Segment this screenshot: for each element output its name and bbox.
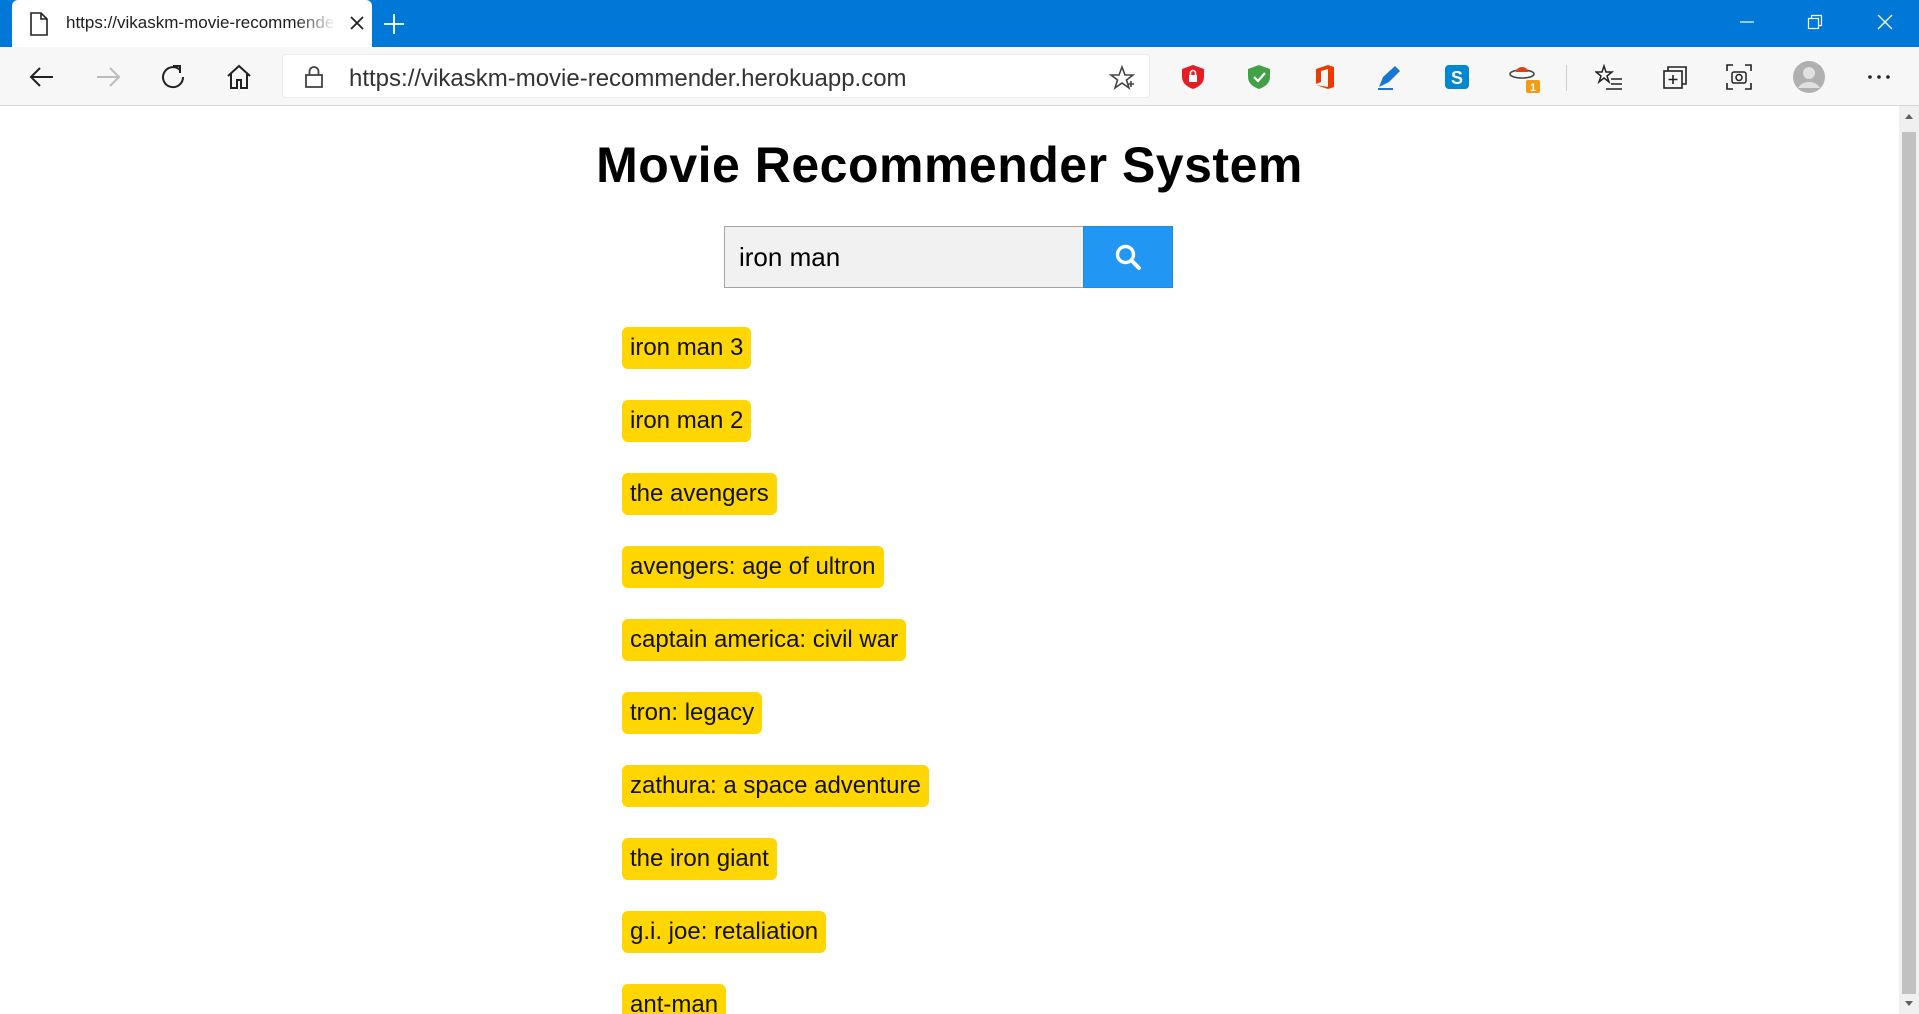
page-icon <box>30 12 48 36</box>
browser-toolbar: https://vikaskm-movie-recommender.heroku… <box>0 47 1919 106</box>
ellipsis-icon <box>1868 75 1890 79</box>
search-icon <box>1115 244 1141 270</box>
page-title: Movie Recommender System <box>596 137 1303 193</box>
skype-extension[interactable]: S <box>1440 60 1474 94</box>
close-window-button[interactable] <box>1852 0 1918 44</box>
office-icon <box>1316 65 1334 89</box>
url-text[interactable]: https://vikaskm-movie-recommender.heroku… <box>349 65 907 93</box>
home-icon <box>227 64 251 89</box>
forward-button[interactable] <box>88 57 128 97</box>
scroll-up-button[interactable] <box>1899 106 1919 126</box>
browser-tab[interactable]: https://vikaskm-movie-recommender.heroku… <box>12 0 372 47</box>
forward-arrow-icon <box>97 67 121 87</box>
recommendation-item[interactable]: iron man 3 <box>622 327 752 369</box>
recommendation-item[interactable]: the avengers <box>622 473 777 515</box>
recommendation-item[interactable]: captain america: civil war <box>622 619 907 661</box>
browser-titlebar: https://vikaskm-movie-recommender.heroku… <box>0 0 1919 47</box>
refresh-button[interactable] <box>153 57 193 97</box>
close-icon <box>1877 14 1893 30</box>
recommendation-item[interactable]: zathura: a space adventure <box>622 765 929 807</box>
adblock-extension[interactable] <box>1176 60 1210 94</box>
close-tab-icon[interactable] <box>346 12 368 34</box>
page-viewport: Movie Recommender System iron man 3 iron… <box>0 106 1899 1014</box>
scroll-down-arrow-icon <box>1905 1001 1913 1006</box>
search-form <box>724 226 1173 288</box>
home-button[interactable] <box>219 57 259 97</box>
lock-icon <box>305 66 323 88</box>
pen-icon <box>1378 66 1400 90</box>
profile-button[interactable] <box>1792 60 1826 94</box>
extension-badge: 1 <box>1530 82 1536 94</box>
more-menu-button[interactable] <box>1862 60 1896 94</box>
scrollbar-thumb[interactable] <box>1902 132 1916 994</box>
minimize-button[interactable] <box>1714 0 1780 44</box>
pen-extension[interactable] <box>1372 60 1406 94</box>
screenshot-icon <box>1726 64 1752 90</box>
recommendation-item[interactable]: avengers: age of ultron <box>622 546 884 588</box>
address-bar[interactable]: https://vikaskm-movie-recommender.heroku… <box>282 54 1150 98</box>
scroll-down-button[interactable] <box>1899 994 1919 1014</box>
collections-icon <box>1663 66 1687 89</box>
vertical-scrollbar[interactable] <box>1899 106 1919 1014</box>
notification-extension[interactable]: 1 <box>1508 60 1542 94</box>
avatar-icon <box>1793 61 1825 93</box>
back-button[interactable] <box>22 57 62 97</box>
search-button[interactable] <box>1083 226 1173 288</box>
recommendation-item[interactable]: g.i. joe: retaliation <box>622 911 827 953</box>
minimize-icon <box>1740 21 1754 23</box>
svg-text:S: S <box>1451 68 1463 88</box>
tab-title: https://vikaskm-movie-recommender.heroku… <box>66 13 336 33</box>
recommendation-item[interactable]: tron: legacy <box>622 692 763 734</box>
restore-icon <box>1807 14 1823 30</box>
restore-button[interactable] <box>1782 0 1848 44</box>
recommendation-item[interactable]: ant-man <box>622 984 727 1014</box>
shield-check-icon <box>1248 65 1270 89</box>
search-input[interactable] <box>724 226 1084 288</box>
toolbar-separator <box>1566 65 1567 91</box>
recommendation-item[interactable]: iron man 2 <box>622 400 752 442</box>
back-arrow-icon <box>29 67 53 87</box>
web-capture-button[interactable] <box>1722 60 1756 94</box>
scroll-up-arrow-icon <box>1905 114 1913 119</box>
new-tab-icon[interactable] <box>380 10 408 38</box>
office-extension[interactable] <box>1308 60 1342 94</box>
collections-button[interactable] <box>1658 60 1692 94</box>
favorites-button[interactable] <box>1592 60 1626 94</box>
s-logo-icon: S <box>1445 65 1469 89</box>
refresh-icon <box>162 65 185 89</box>
shield-lock-icon <box>1182 65 1204 89</box>
favorites-list-icon <box>1595 63 1622 90</box>
security-extension[interactable] <box>1242 60 1276 94</box>
recommendation-item[interactable]: the iron giant <box>622 838 777 880</box>
ufo-icon: 1 <box>1509 67 1540 94</box>
favorite-star-icon[interactable] <box>1109 65 1135 91</box>
